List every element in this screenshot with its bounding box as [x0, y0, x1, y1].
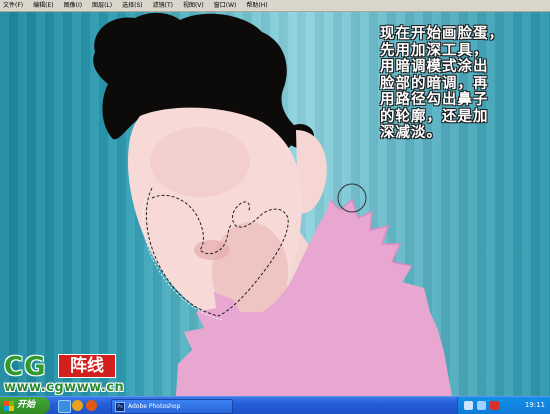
menu-help[interactable]: 帮助(H) [241, 0, 272, 11]
volume-icon[interactable] [464, 401, 473, 410]
tutorial-caption: 现在开始画脸蛋， 先用加深工具， 用暗调模式涂出 脸部的暗调，再 用路径勾出鼻子… [380, 26, 550, 142]
windows-flag-icon [4, 400, 14, 411]
media-player-icon[interactable] [72, 400, 83, 411]
menu-image[interactable]: 图像(I) [59, 0, 87, 11]
network-icon[interactable] [477, 401, 486, 410]
menu-bar: 文件(F) 编辑(E) 图像(I) 图层(L) 选择(S) 滤镜(T) 视图(V… [0, 0, 550, 12]
caption-line: 脸部的暗调，再 [380, 75, 489, 92]
caption-line: 用路径勾出鼻子 [380, 92, 489, 108]
menu-select[interactable]: 选择(S) [117, 0, 148, 11]
taskbar-item-label: Adobe Photoshop [128, 403, 181, 410]
caption-line: 先用加深工具， [380, 42, 489, 59]
menu-window[interactable]: 窗口(W) [209, 0, 242, 11]
start-label: 开始 [17, 400, 36, 410]
logo-url: www.cgwww.cn [4, 380, 125, 395]
menu-layer[interactable]: 图层(L) [87, 0, 117, 11]
ie-icon[interactable] [58, 400, 71, 413]
caption-line: 用暗调模式涂出 [380, 59, 489, 75]
logo-badge: 阵线 [58, 354, 116, 378]
firefox-icon[interactable] [86, 400, 97, 411]
menu-view[interactable]: 视图(V) [178, 0, 209, 11]
system-clock: 19:11 [524, 401, 545, 409]
caption-line: 深减淡。 [380, 125, 442, 141]
start-button[interactable]: 开始 [0, 397, 50, 414]
shield-icon[interactable] [490, 401, 499, 410]
photoshop-icon: Ps [115, 401, 125, 412]
caption-line: 现在开始画脸蛋， [380, 26, 504, 42]
nose-shadow [194, 240, 230, 260]
menu-file[interactable]: 文件(F) [0, 0, 28, 11]
cheek-shadow [150, 127, 250, 197]
taskbar: 开始 Ps Adobe Photoshop 19:11 [0, 396, 550, 414]
system-tray: 19:11 [457, 397, 550, 414]
logo-cg-text: CG [4, 352, 47, 382]
taskbar-item-photoshop[interactable]: Ps Adobe Photoshop [111, 399, 233, 414]
menu-filter[interactable]: 滤镜(T) [148, 0, 178, 11]
menu-edit[interactable]: 编辑(E) [28, 0, 58, 11]
caption-line: 的轮廓，还是加 [380, 108, 489, 125]
document-canvas[interactable]: 现在开始画脸蛋， 先用加深工具， 用暗调模式涂出 脸部的暗调，再 用路径勾出鼻子… [0, 12, 550, 396]
site-logo: CG 阵线 www.cgwww.cn [2, 352, 124, 396]
